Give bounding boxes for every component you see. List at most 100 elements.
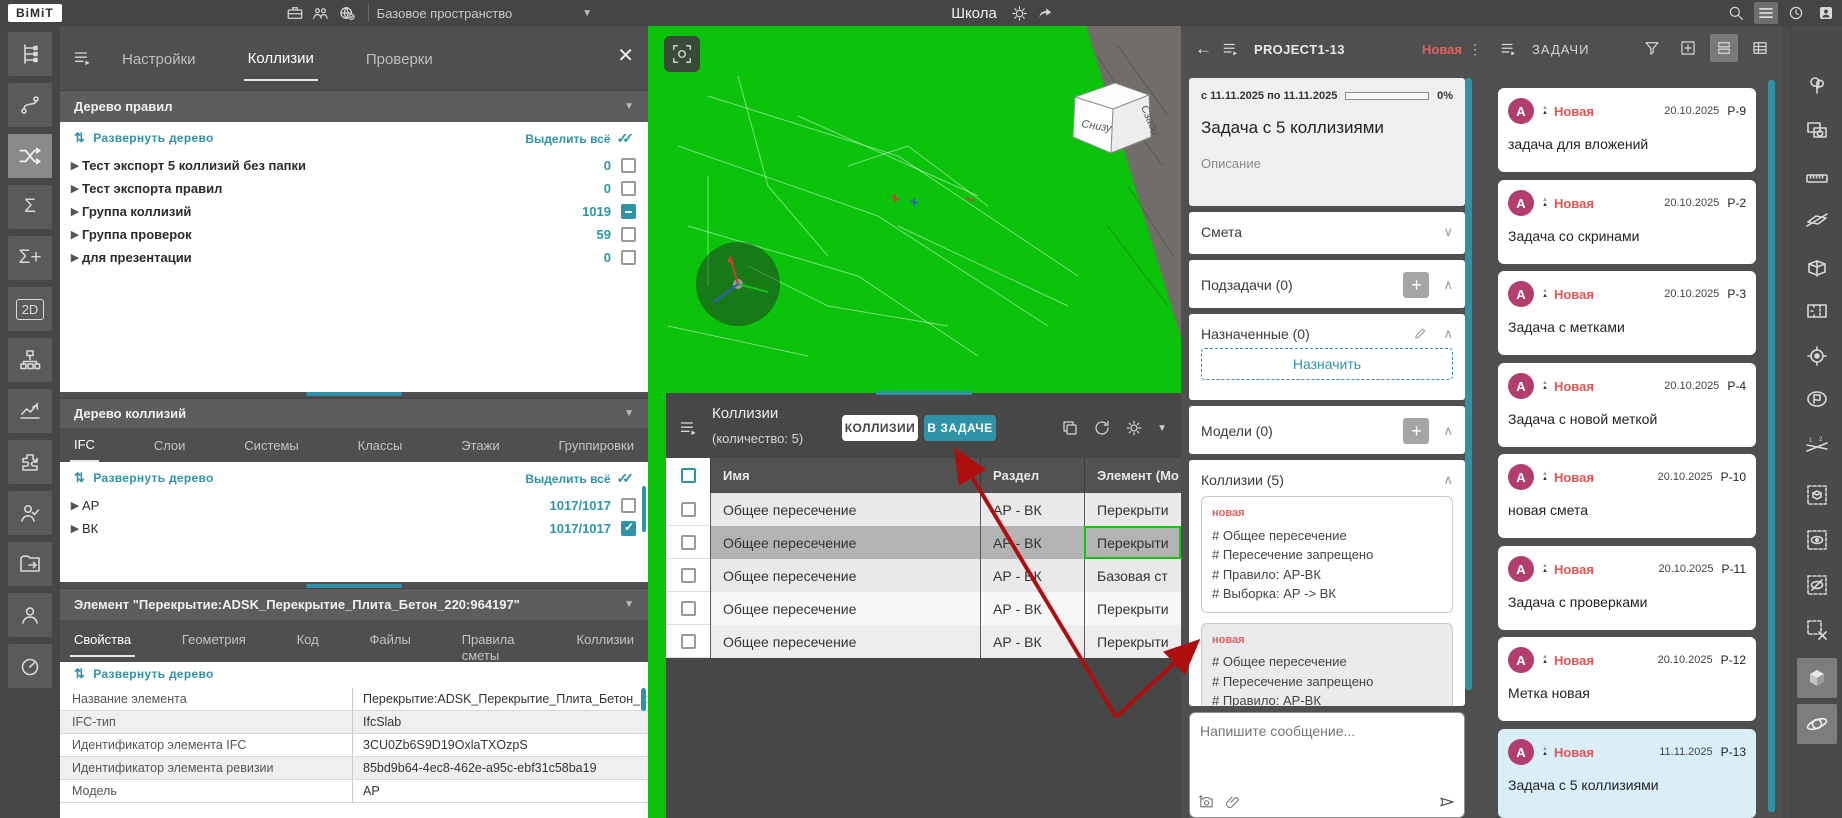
table-row[interactable]: Общее пересечениеАР - ВКБазовая ст bbox=[666, 559, 1181, 592]
collision-card[interactable]: новая # Общее пересечение # Пересечение … bbox=[1201, 623, 1453, 707]
panel-resize-handle[interactable] bbox=[306, 392, 402, 396]
tab-svoystva[interactable]: Свойства bbox=[70, 624, 135, 657]
task-card[interactable]: А▲▲Новая20.10.2025P-11 Задача с проверка… bbox=[1498, 546, 1756, 630]
flag-icon[interactable] bbox=[1797, 379, 1837, 419]
globe-badge-icon[interactable] bbox=[334, 2, 360, 24]
panel-menu-icon[interactable] bbox=[676, 417, 702, 439]
column-section[interactable]: Раздел bbox=[980, 458, 1084, 493]
checkbox[interactable] bbox=[621, 181, 636, 196]
task-card[interactable]: А▲▲Новая20.10.2025P-10 новая смета bbox=[1498, 454, 1756, 538]
element-header[interactable]: Элемент "Перекрытие:ADSK_Перекрытие_Плит… bbox=[60, 588, 648, 620]
column-element[interactable]: Элемент (Мо bbox=[1084, 458, 1181, 493]
table-row[interactable]: Общее пересечениеАР - ВКПерекрыти bbox=[666, 592, 1181, 625]
tab-proverki[interactable]: Проверки bbox=[362, 37, 437, 80]
selection-group-icon[interactable] bbox=[1797, 110, 1837, 150]
share-icon[interactable] bbox=[1033, 2, 1059, 24]
table-settings-gear-icon[interactable] bbox=[1125, 419, 1143, 437]
focus-icon[interactable] bbox=[1797, 336, 1837, 376]
task-card-selected[interactable]: А▲▲Новая11.11.2025P-13 Задача с 5 коллиз… bbox=[1498, 729, 1756, 818]
caret-right-icon[interactable]: ▶ bbox=[68, 205, 82, 218]
task-card[interactable]: А▲▲Новая20.10.2025P-2 Задача со скринами bbox=[1498, 180, 1756, 264]
models-section[interactable]: Модели (0)+∧ bbox=[1189, 406, 1465, 454]
collision-card[interactable]: новая # Общее пересечение # Пересечение … bbox=[1201, 496, 1453, 613]
row-checkbox[interactable] bbox=[681, 601, 696, 616]
message-input[interactable] bbox=[1190, 713, 1464, 777]
show-icon[interactable] bbox=[1797, 520, 1837, 560]
tab-kollizii-element[interactable]: Коллизии bbox=[573, 624, 638, 655]
charts-icon[interactable] bbox=[8, 389, 52, 433]
orbit-icon[interactable] bbox=[1797, 704, 1837, 744]
filter-icon[interactable] bbox=[1638, 34, 1666, 62]
shaded-view-icon[interactable] bbox=[1797, 658, 1837, 698]
tab-kollizii[interactable]: Коллизии bbox=[244, 36, 318, 81]
list-view-icon[interactable] bbox=[1754, 2, 1778, 24]
dependencies-icon[interactable] bbox=[8, 83, 52, 127]
tree-item[interactable]: ▶Тест экспорта правил0 bbox=[60, 177, 648, 199]
checkbox[interactable] bbox=[621, 227, 636, 242]
environment-icon[interactable] bbox=[1797, 65, 1837, 105]
back-arrow-icon[interactable]: ← bbox=[1195, 39, 1212, 59]
collisions-tree-header[interactable]: Дерево коллизий ▼ bbox=[60, 398, 648, 428]
estimate-section[interactable]: Смета∨ bbox=[1189, 212, 1465, 254]
tree-scrollbar[interactable] bbox=[642, 486, 646, 532]
isolate-icon[interactable] bbox=[1797, 475, 1837, 515]
panel-menu-icon[interactable] bbox=[1218, 38, 1244, 60]
users-icon[interactable] bbox=[8, 593, 52, 637]
tab-sistemy[interactable]: Системы bbox=[240, 430, 302, 461]
caret-right-icon[interactable]: ▶ bbox=[68, 228, 82, 241]
plugins-icon[interactable] bbox=[8, 440, 52, 484]
chevron-down-icon[interactable]: ▼ bbox=[1157, 423, 1167, 434]
tree-item[interactable]: ▶АР1017/1017 bbox=[60, 494, 648, 516]
camera-attach-icon[interactable] bbox=[1198, 794, 1215, 811]
profile-icon[interactable] bbox=[1814, 2, 1838, 24]
task-card[interactable]: А▲▲Новая20.10.2025P-12 Метка новая bbox=[1498, 637, 1756, 721]
row-checkbox[interactable] bbox=[681, 634, 696, 649]
checkbox-indeterminate[interactable] bbox=[621, 204, 636, 219]
caret-right-icon[interactable]: ▶ bbox=[68, 499, 82, 512]
chevron-up-icon[interactable]: ∧ bbox=[1443, 472, 1453, 488]
column-name[interactable]: Имя bbox=[710, 458, 980, 493]
properties-scrollbar[interactable] bbox=[641, 688, 646, 711]
tree-item[interactable]: ▶Тест экспорт 5 коллизий без папки0 bbox=[60, 154, 648, 176]
hide-icon[interactable] bbox=[1797, 565, 1837, 605]
panel-resize-handle[interactable] bbox=[306, 584, 402, 588]
caret-right-icon[interactable]: ▶ bbox=[68, 182, 82, 195]
add-subtask-button[interactable]: + bbox=[1403, 272, 1429, 298]
clash-detection-icon[interactable] bbox=[8, 134, 52, 178]
paperclip-icon[interactable] bbox=[1225, 794, 1241, 810]
more-menu-icon[interactable]: ⋮ bbox=[1468, 41, 1482, 58]
workspace-dropdown[interactable]: Базовое пространство ▼ bbox=[377, 6, 592, 21]
caret-right-icon[interactable]: ▶ bbox=[68, 522, 82, 535]
task-panel-scrollbar[interactable] bbox=[1465, 78, 1472, 690]
expand-tree-link[interactable]: ⇅Развернуть дерево bbox=[74, 130, 214, 146]
copy-icon[interactable] bbox=[1061, 419, 1079, 437]
tasks-scrollbar[interactable] bbox=[1768, 80, 1775, 812]
close-icon[interactable]: ✕ bbox=[617, 46, 634, 66]
refresh-icon[interactable] bbox=[1093, 419, 1111, 437]
table-view-icon[interactable] bbox=[1746, 34, 1774, 62]
dimensions-icon[interactable]: 12 bbox=[1797, 427, 1837, 467]
tree-item[interactable]: ▶Группа коллизий1019 bbox=[60, 200, 648, 222]
in-task-toggle-button[interactable]: В ЗАДАЧЕ bbox=[924, 415, 996, 441]
expand-tree-link[interactable]: ⇅Развернуть дерево bbox=[74, 470, 214, 486]
tree-item[interactable]: ▶для презентации0 bbox=[60, 246, 648, 268]
tab-kod[interactable]: Код bbox=[293, 624, 323, 655]
settings-gear-icon[interactable] bbox=[1007, 2, 1033, 24]
row-checkbox[interactable] bbox=[681, 568, 696, 583]
tab-fayly[interactable]: Файлы bbox=[366, 624, 415, 655]
checkbox[interactable] bbox=[621, 250, 636, 265]
model-tree-icon[interactable] bbox=[8, 32, 52, 76]
briefcase-icon[interactable] bbox=[282, 2, 308, 24]
chevron-down-icon[interactable]: ∨ bbox=[1443, 224, 1453, 240]
select-all-link[interactable]: Выделить всё✓✓ bbox=[525, 470, 634, 487]
chevron-up-icon[interactable]: ∧ bbox=[1443, 423, 1453, 439]
sum-icon[interactable]: Σ bbox=[8, 185, 52, 229]
subtasks-section[interactable]: Подзадачи (0)+∧ bbox=[1189, 260, 1465, 308]
search-icon[interactable] bbox=[1724, 2, 1748, 24]
row-checkbox[interactable] bbox=[681, 502, 696, 517]
caret-right-icon[interactable]: ▶ bbox=[68, 251, 82, 264]
rules-tree-header[interactable]: Дерево правил ▼ bbox=[60, 90, 648, 122]
sum-add-icon[interactable]: Σ+ bbox=[8, 236, 52, 280]
row-checkbox[interactable] bbox=[681, 535, 696, 550]
edit-pencil-icon[interactable] bbox=[1413, 326, 1429, 342]
